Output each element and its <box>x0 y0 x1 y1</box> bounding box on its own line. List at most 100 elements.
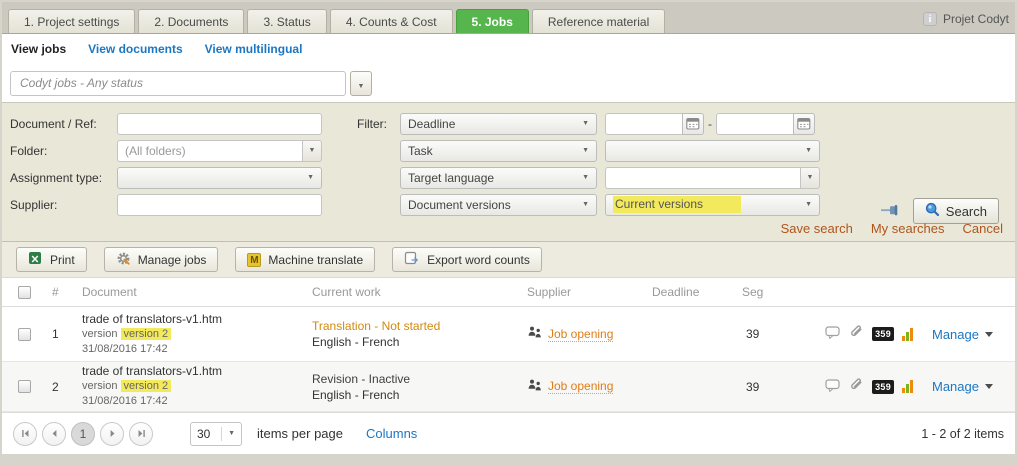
saved-search-input[interactable] <box>10 71 346 96</box>
machine-translate-button[interactable]: M Machine translate <box>235 247 375 272</box>
word-count-badge[interactable]: 359 <box>872 380 894 394</box>
manage-jobs-button[interactable]: Manage jobs <box>104 247 219 272</box>
row-number: 2 <box>47 380 77 394</box>
tab-reference-material[interactable]: Reference material <box>532 9 665 33</box>
export-icon <box>404 251 420 268</box>
chevron-down-icon: ▼ <box>358 83 365 90</box>
comment-icon[interactable] <box>825 379 841 395</box>
row-checkbox[interactable] <box>18 328 31 341</box>
chevron-down-icon: ▼ <box>805 147 812 154</box>
print-label: Print <box>50 253 75 267</box>
assignment-type-label: Assignment type: <box>10 171 117 185</box>
calendar-icon[interactable] <box>682 113 704 135</box>
deadline-from-input[interactable] <box>605 113 683 135</box>
segment-count: 39 <box>737 380 779 394</box>
search-links: Save search My searches Cancel <box>781 221 1003 236</box>
task-value-select[interactable]: ▼ <box>605 140 820 162</box>
tab-documents[interactable]: 2. Documents <box>138 9 244 33</box>
work-status: Translation - Not started <box>312 318 522 334</box>
word-count-badge[interactable]: 359 <box>872 327 894 341</box>
tab-jobs[interactable]: 5. Jobs <box>456 9 529 33</box>
print-icon <box>28 251 43 268</box>
job-opening-link[interactable]: Job opening <box>548 327 613 342</box>
page-size-select[interactable]: 30 ▼ <box>190 422 242 446</box>
pin-icon[interactable] <box>879 203 901 220</box>
version-prefix: version <box>82 328 117 340</box>
chevron-down-icon: ▼ <box>582 120 589 127</box>
saved-search-dropdown-button[interactable]: ▼ <box>350 71 372 96</box>
version-highlight: version 2 <box>121 380 172 392</box>
header-supplier: Supplier <box>522 285 647 299</box>
export-word-counts-button[interactable]: Export word counts <box>392 247 542 272</box>
chevron-down-icon: ▼ <box>805 201 812 208</box>
subnav-view-jobs[interactable]: View jobs <box>11 42 66 56</box>
chevron-down-icon: ▼ <box>309 147 316 154</box>
document-name: trade of translators-v1.htm <box>82 312 307 327</box>
language-pair: English - French <box>312 334 522 350</box>
filter-type-select-target-language[interactable]: Target language ▼ <box>400 167 597 189</box>
row-checkbox[interactable] <box>18 380 31 393</box>
subnav-view-documents[interactable]: View documents <box>88 42 182 56</box>
chevron-down-icon: ▼ <box>228 430 235 437</box>
last-page-button[interactable] <box>129 422 153 446</box>
document-ref-input[interactable] <box>117 113 322 135</box>
statistics-icon[interactable] <box>902 380 913 393</box>
header-current-work: Current work <box>307 285 522 299</box>
tab-project-settings[interactable]: 1. Project settings <box>8 9 135 33</box>
cancel-link[interactable]: Cancel <box>963 221 1003 236</box>
assignment-type-select[interactable]: ▼ <box>117 167 322 189</box>
document-modified-date: 31/08/2016 17:42 <box>82 394 307 409</box>
document-ref-label: Document / Ref: <box>10 117 117 131</box>
saved-search-row: ▼ <box>2 64 1015 102</box>
next-page-button[interactable] <box>100 422 124 446</box>
table-row: 1 trade of translators-v1.htm version ve… <box>2 307 1015 362</box>
info-icon[interactable]: i <box>923 12 937 26</box>
chevron-down-icon: ▼ <box>807 174 814 181</box>
filter-type-select-document-versions[interactable]: Document versions ▼ <box>400 194 597 216</box>
job-opening-link[interactable]: Job opening <box>548 379 613 394</box>
version-highlight: version 2 <box>121 328 172 340</box>
chevron-down-icon: ▼ <box>582 174 589 181</box>
comment-icon[interactable] <box>825 326 841 342</box>
manage-menu[interactable]: Manage <box>927 327 1015 342</box>
filter-label: Filter: <box>357 117 400 131</box>
jobs-table: # Document Current work Supplier Deadlin… <box>2 278 1015 412</box>
save-search-link[interactable]: Save search <box>781 221 853 236</box>
previous-page-button[interactable] <box>42 422 66 446</box>
search-button-label: Search <box>946 204 987 219</box>
statistics-icon[interactable] <box>902 328 913 341</box>
folder-input[interactable] <box>117 140 302 162</box>
columns-link[interactable]: Columns <box>366 426 417 441</box>
target-language-dropdown-button[interactable]: ▼ <box>800 167 820 189</box>
print-button[interactable]: Print <box>16 247 87 272</box>
chevron-down-icon <box>985 384 993 389</box>
select-all-checkbox[interactable] <box>18 286 31 299</box>
machine-translate-icon: M <box>247 253 261 267</box>
calendar-icon[interactable] <box>793 113 815 135</box>
my-searches-link[interactable]: My searches <box>871 221 945 236</box>
filter-task-value: Task <box>408 144 433 158</box>
attachment-icon[interactable] <box>849 378 864 396</box>
date-range-separator: - <box>708 117 712 131</box>
folder-dropdown-button[interactable]: ▼ <box>302 140 322 162</box>
table-header-row: # Document Current work Supplier Deadlin… <box>2 278 1015 307</box>
first-page-button[interactable] <box>13 422 37 446</box>
machine-translate-label: Machine translate <box>268 253 363 267</box>
supplier-input[interactable] <box>117 194 322 216</box>
table-row: 2 trade of translators-v1.htm version ve… <box>2 362 1015 412</box>
page-1-button[interactable]: 1 <box>71 422 95 446</box>
tab-counts-cost[interactable]: 4. Counts & Cost <box>330 9 453 33</box>
attachment-icon[interactable] <box>849 325 864 343</box>
document-name: trade of translators-v1.htm <box>82 364 307 379</box>
filter-type-select-task[interactable]: Task ▼ <box>400 140 597 162</box>
target-language-input[interactable] <box>605 167 800 189</box>
tab-status[interactable]: 3. Status <box>247 9 326 33</box>
subnav-view-multilingual[interactable]: View multilingual <box>205 42 303 56</box>
export-word-counts-label: Export word counts <box>427 253 530 267</box>
segment-count: 39 <box>737 327 779 341</box>
filter-type-select-deadline[interactable]: Deadline ▼ <box>400 113 597 135</box>
document-versions-value-select[interactable]: Current versions ▼ <box>605 194 820 216</box>
manage-menu[interactable]: Manage <box>927 379 1015 394</box>
row-number: 1 <box>47 327 77 341</box>
deadline-to-input[interactable] <box>716 113 794 135</box>
